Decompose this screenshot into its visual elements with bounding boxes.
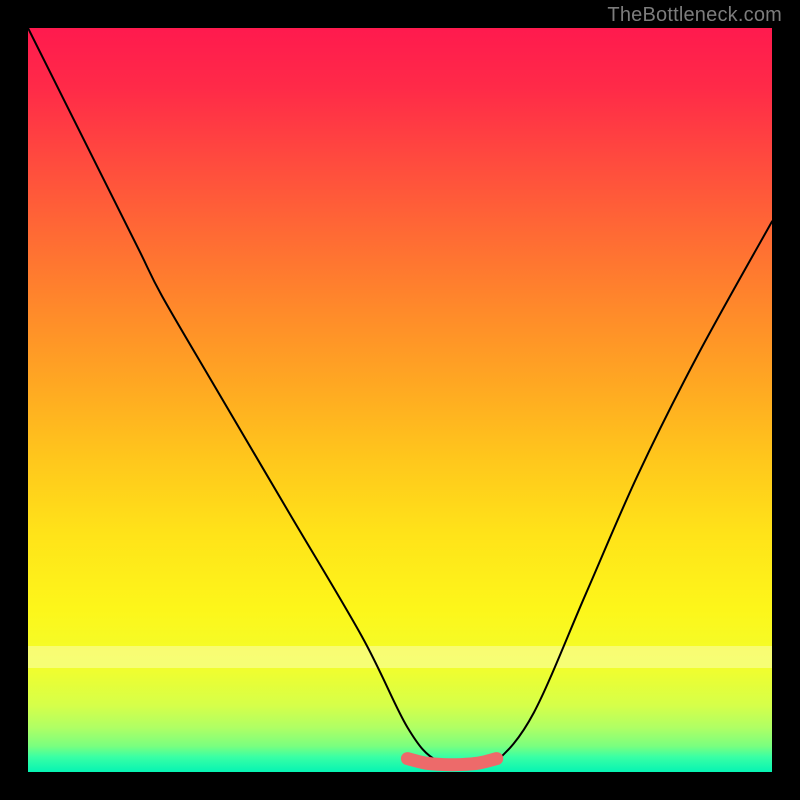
bottleneck-curve (28, 28, 772, 766)
plot-area (28, 28, 772, 772)
chart-frame: TheBottleneck.com (0, 0, 800, 800)
watermark-label: TheBottleneck.com (607, 4, 782, 27)
curve-layer (28, 28, 772, 772)
optimal-marker (407, 759, 496, 765)
